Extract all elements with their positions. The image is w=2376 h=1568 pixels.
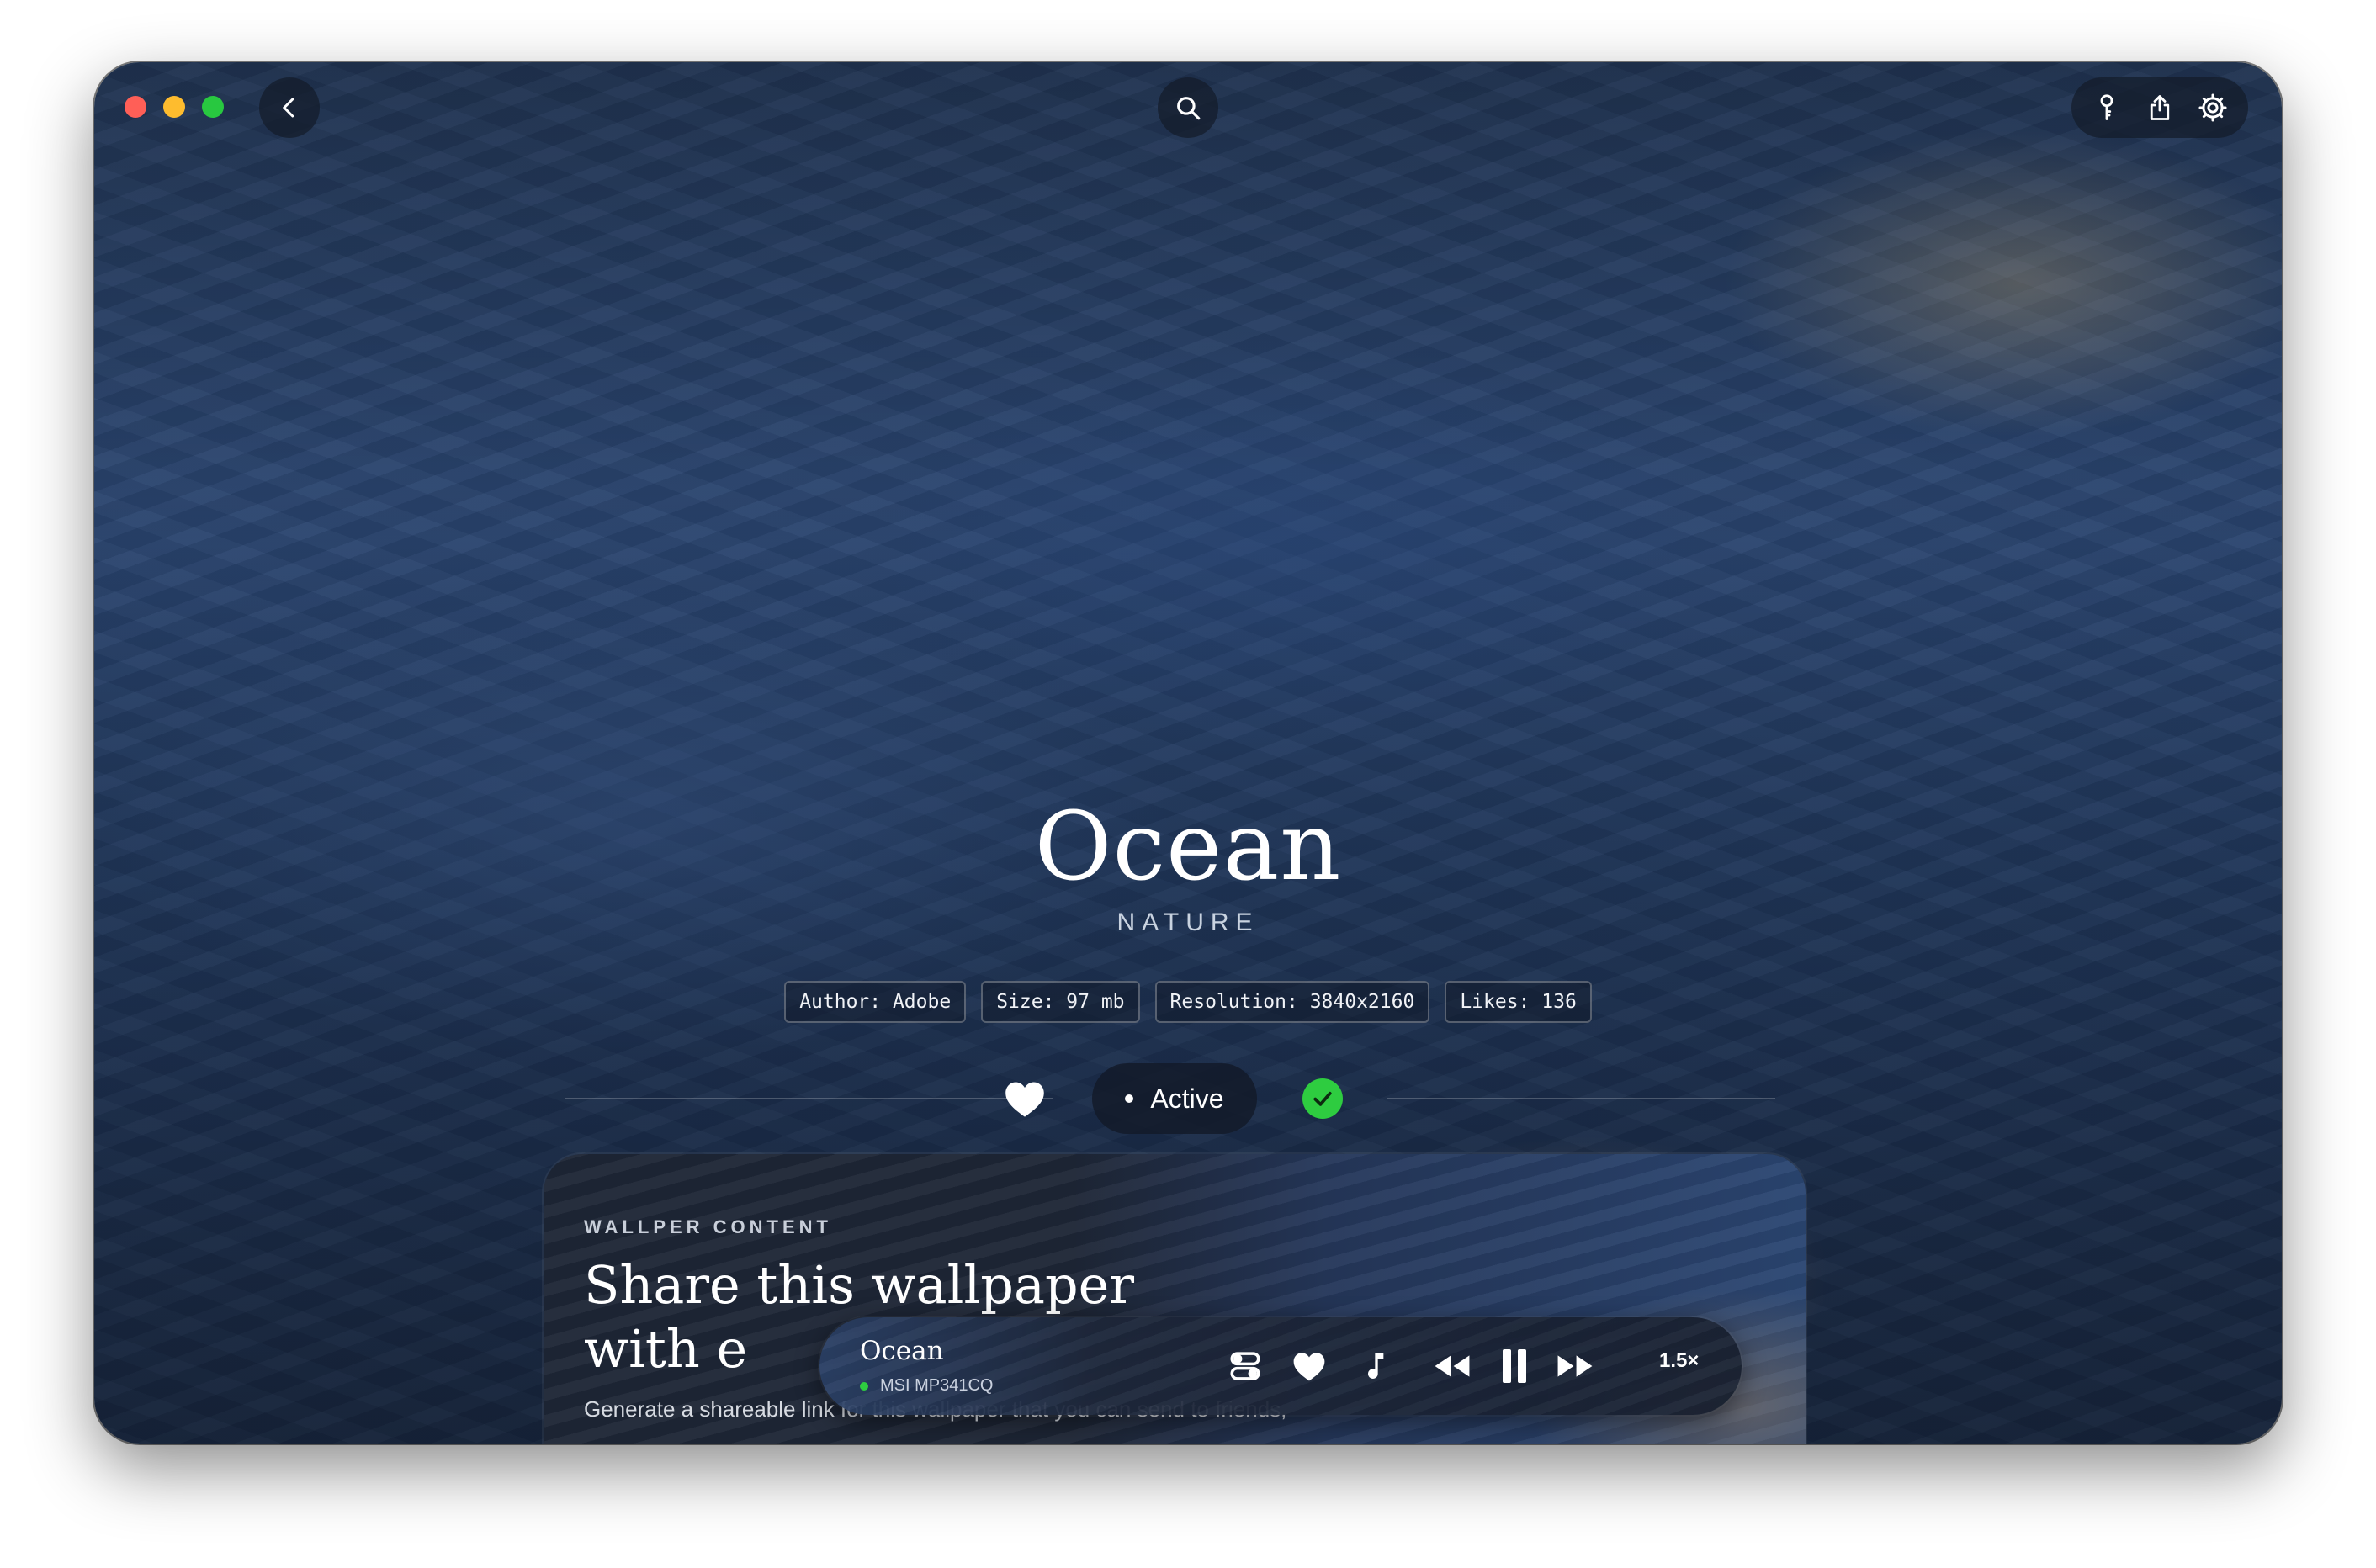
- author-tag: Author: Adobe: [784, 981, 967, 1023]
- wallpaper-category: NATURE: [1116, 908, 1260, 936]
- wallpaper-title: Ocean: [1034, 792, 1342, 902]
- search-button[interactable]: [1158, 77, 1218, 138]
- key-icon: [2100, 94, 2113, 120]
- applied-check-icon: [1302, 1078, 1343, 1119]
- action-row: Active: [94, 1063, 2282, 1134]
- music-button[interactable]: [1353, 1343, 1400, 1390]
- status-dot-icon: [1125, 1094, 1134, 1103]
- heart-icon: [1293, 1353, 1325, 1381]
- active-status-button[interactable]: Active: [1092, 1063, 1257, 1134]
- toggles-icon: [1230, 1352, 1260, 1380]
- playback-speed-button[interactable]: 1.5×: [1659, 1349, 1699, 1373]
- player-device-name: MSI MP341CQ: [880, 1376, 994, 1395]
- mini-player: Ocean MSI MP341CQ 1.5×: [819, 1317, 1742, 1415]
- player-like-button[interactable]: [1286, 1343, 1333, 1390]
- fast-forward-icon: [1557, 1355, 1593, 1377]
- fast-forward-button[interactable]: [1551, 1343, 1599, 1390]
- resolution-tag: Resolution: 3840x2160: [1154, 981, 1430, 1023]
- wallpaper-info-tags: Author: Adobe Size: 97 mb Resolution: 38…: [94, 981, 2282, 1023]
- size-tag: Size: 97 mb: [981, 981, 1140, 1023]
- minimize-window-button[interactable]: [163, 96, 185, 118]
- checkmark-icon: [1313, 1091, 1332, 1106]
- search-icon: [1177, 97, 1201, 120]
- gear-icon: [2198, 93, 2227, 122]
- divider-right: [1387, 1098, 1775, 1099]
- music-note-icon: [1368, 1353, 1384, 1379]
- app-window: Ocean NATURE Author: Adobe Size: 97 mb R…: [94, 62, 2282, 1444]
- share-button[interactable]: [2136, 84, 2183, 131]
- device-online-dot: [860, 1381, 868, 1391]
- likes-tag: Likes: 136: [1445, 981, 1592, 1023]
- key-button[interactable]: [2083, 84, 2130, 131]
- chevron-left-icon: [283, 98, 294, 118]
- maximize-window-button[interactable]: [202, 96, 224, 118]
- rewind-button[interactable]: [1429, 1343, 1476, 1390]
- active-status-label: Active: [1150, 1083, 1224, 1114]
- like-button[interactable]: [1003, 1078, 1047, 1119]
- player-title: Ocean: [860, 1336, 944, 1366]
- card-section-label: WALLPER CONTENT: [584, 1216, 832, 1237]
- rewind-icon: [1435, 1355, 1470, 1377]
- toggle-options-button[interactable]: [1222, 1343, 1269, 1390]
- heart-icon: [1005, 1082, 1044, 1117]
- back-button[interactable]: [259, 77, 320, 138]
- pause-icon: [1503, 1349, 1526, 1383]
- close-window-button[interactable]: [125, 96, 146, 118]
- player-device: MSI MP341CQ: [860, 1376, 993, 1396]
- window-controls: [125, 96, 224, 118]
- settings-button[interactable]: [2189, 84, 2236, 131]
- share-icon: [2150, 95, 2170, 120]
- pause-button[interactable]: [1491, 1343, 1538, 1390]
- toolbar-actions: [2071, 77, 2248, 138]
- divider-left: [565, 1098, 1053, 1099]
